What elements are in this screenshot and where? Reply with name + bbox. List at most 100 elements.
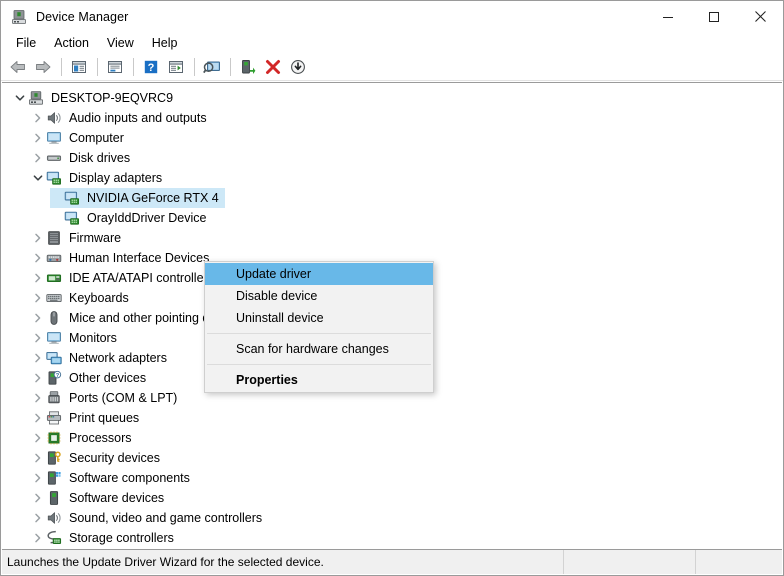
title-bar[interactable]: Device Manager xyxy=(1,1,783,32)
display-adapter-icon xyxy=(46,170,62,186)
minimize-button[interactable] xyxy=(645,1,691,32)
chevron-right-icon[interactable] xyxy=(30,108,46,128)
tree-item[interactable]: Disk drives xyxy=(2,148,782,168)
chevron-right-icon[interactable] xyxy=(30,368,46,388)
tree-item[interactable]: DESKTOP-9EQVRC9 xyxy=(2,88,782,108)
security-device-icon xyxy=(46,450,62,466)
window-controls xyxy=(645,1,783,32)
show-hide-action-pane-icon[interactable] xyxy=(164,56,188,78)
menu-action[interactable]: Action xyxy=(45,33,98,53)
chevron-right-icon[interactable] xyxy=(30,128,46,148)
chevron-right-icon[interactable] xyxy=(30,508,46,528)
tree-item[interactable]: NVIDIA GeForce RTX 4 xyxy=(2,188,782,208)
display-adapter-icon xyxy=(64,190,80,206)
context-menu-item[interactable]: Uninstall device xyxy=(205,307,433,329)
back-icon[interactable] xyxy=(6,56,30,78)
tree-item-label: NVIDIA GeForce RTX 4 xyxy=(87,190,219,206)
status-pane-3 xyxy=(696,550,782,574)
port-icon xyxy=(46,390,62,406)
chevron-down-icon[interactable] xyxy=(30,168,46,188)
context-menu-item[interactable]: Disable device xyxy=(205,285,433,307)
chevron-right-icon[interactable] xyxy=(30,528,46,548)
tree-item[interactable]: Processors xyxy=(2,428,782,448)
tree-item-label: Software components xyxy=(69,470,190,486)
maximize-button[interactable] xyxy=(691,1,737,32)
chevron-right-icon[interactable] xyxy=(30,348,46,368)
toolbar-separator xyxy=(61,58,62,76)
chevron-right-icon[interactable] xyxy=(30,228,46,248)
tree-expander-placeholder xyxy=(48,188,64,208)
chevron-right-icon[interactable] xyxy=(30,328,46,348)
tree-item-label: Sound, video and game controllers xyxy=(69,510,262,526)
chevron-right-icon[interactable] xyxy=(30,288,46,308)
firmware-icon xyxy=(46,230,62,246)
toolbar-separator xyxy=(230,58,231,76)
chevron-right-icon[interactable] xyxy=(30,388,46,408)
network-adapter-icon xyxy=(46,350,62,366)
tree-item[interactable]: Computer xyxy=(2,128,782,148)
status-message: Launches the Update Driver Wizard for th… xyxy=(2,550,564,574)
tree-item-label: DESKTOP-9EQVRC9 xyxy=(51,90,173,106)
uninstall-device-icon[interactable] xyxy=(261,56,285,78)
tree-item[interactable]: Display adapters xyxy=(2,168,782,188)
chevron-right-icon[interactable] xyxy=(30,428,46,448)
mouse-icon xyxy=(46,310,62,326)
toolbar-separator xyxy=(194,58,195,76)
context-menu: Update driverDisable deviceUninstall dev… xyxy=(204,261,434,393)
tree-item-label: Human Interface Devices xyxy=(69,250,209,266)
tree-item-label: Print queues xyxy=(69,410,139,426)
display-adapter-icon xyxy=(64,210,80,226)
chevron-down-icon[interactable] xyxy=(12,88,28,108)
computer-root-icon xyxy=(28,90,44,106)
tree-item[interactable]: Print queues xyxy=(2,408,782,428)
tree-item-label: Ports (COM & LPT) xyxy=(69,390,177,406)
tree-item[interactable]: Sound, video and game controllers xyxy=(2,508,782,528)
menu-bar: File Action View Help xyxy=(1,32,783,54)
menu-view[interactable]: View xyxy=(98,33,143,53)
ide-controller-icon xyxy=(46,270,62,286)
monitor-icon xyxy=(46,130,62,146)
printer-icon xyxy=(46,410,62,426)
chevron-right-icon[interactable] xyxy=(30,248,46,268)
tree-item-label: IDE ATA/ATAPI controllers xyxy=(69,270,214,286)
context-menu-item[interactable]: Update driver xyxy=(205,263,433,285)
help-icon[interactable]: ? xyxy=(139,56,163,78)
tree-item-label: Other devices xyxy=(69,370,146,386)
chevron-right-icon[interactable] xyxy=(30,148,46,168)
chevron-right-icon[interactable] xyxy=(30,488,46,508)
chevron-right-icon[interactable] xyxy=(30,448,46,468)
show-hide-console-tree-icon[interactable] xyxy=(67,56,91,78)
status-pane-2 xyxy=(564,550,696,574)
tree-item-label: Computer xyxy=(69,130,124,146)
properties-icon[interactable] xyxy=(103,56,127,78)
tree-item[interactable]: Software components xyxy=(2,468,782,488)
device-tree-panel: DESKTOP-9EQVRC9 Audio inputs and outputs C… xyxy=(2,82,782,548)
tree-item-label: Firmware xyxy=(69,230,121,246)
tree-item[interactable]: OrayIddDriver Device xyxy=(2,208,782,228)
close-button[interactable] xyxy=(737,1,783,32)
context-menu-item[interactable]: Scan for hardware changes xyxy=(205,338,433,360)
tree-item-label: Display adapters xyxy=(69,170,162,186)
update-driver-icon[interactable] xyxy=(236,56,260,78)
context-menu-separator xyxy=(207,364,431,365)
chevron-right-icon[interactable] xyxy=(30,268,46,288)
menu-help[interactable]: Help xyxy=(143,33,187,53)
disable-device-icon[interactable] xyxy=(286,56,310,78)
chevron-right-icon[interactable] xyxy=(30,468,46,488)
toolbar: ? xyxy=(1,54,783,81)
tree-item[interactable]: Storage controllers xyxy=(2,528,782,548)
tree-item[interactable]: Security devices xyxy=(2,448,782,468)
monitor-icon xyxy=(46,330,62,346)
tree-item[interactable]: Firmware xyxy=(2,228,782,248)
tree-item[interactable]: Audio inputs and outputs xyxy=(2,108,782,128)
tree-item[interactable]: Software devices xyxy=(2,488,782,508)
chevron-right-icon[interactable] xyxy=(30,308,46,328)
tree-item-label: Audio inputs and outputs xyxy=(69,110,207,126)
processor-icon xyxy=(46,430,62,446)
forward-icon[interactable] xyxy=(31,56,55,78)
storage-controller-icon xyxy=(46,530,62,546)
menu-file[interactable]: File xyxy=(7,33,45,53)
scan-for-hardware-changes-icon[interactable] xyxy=(200,56,224,78)
chevron-right-icon[interactable] xyxy=(30,408,46,428)
context-menu-item[interactable]: Properties xyxy=(205,369,433,391)
